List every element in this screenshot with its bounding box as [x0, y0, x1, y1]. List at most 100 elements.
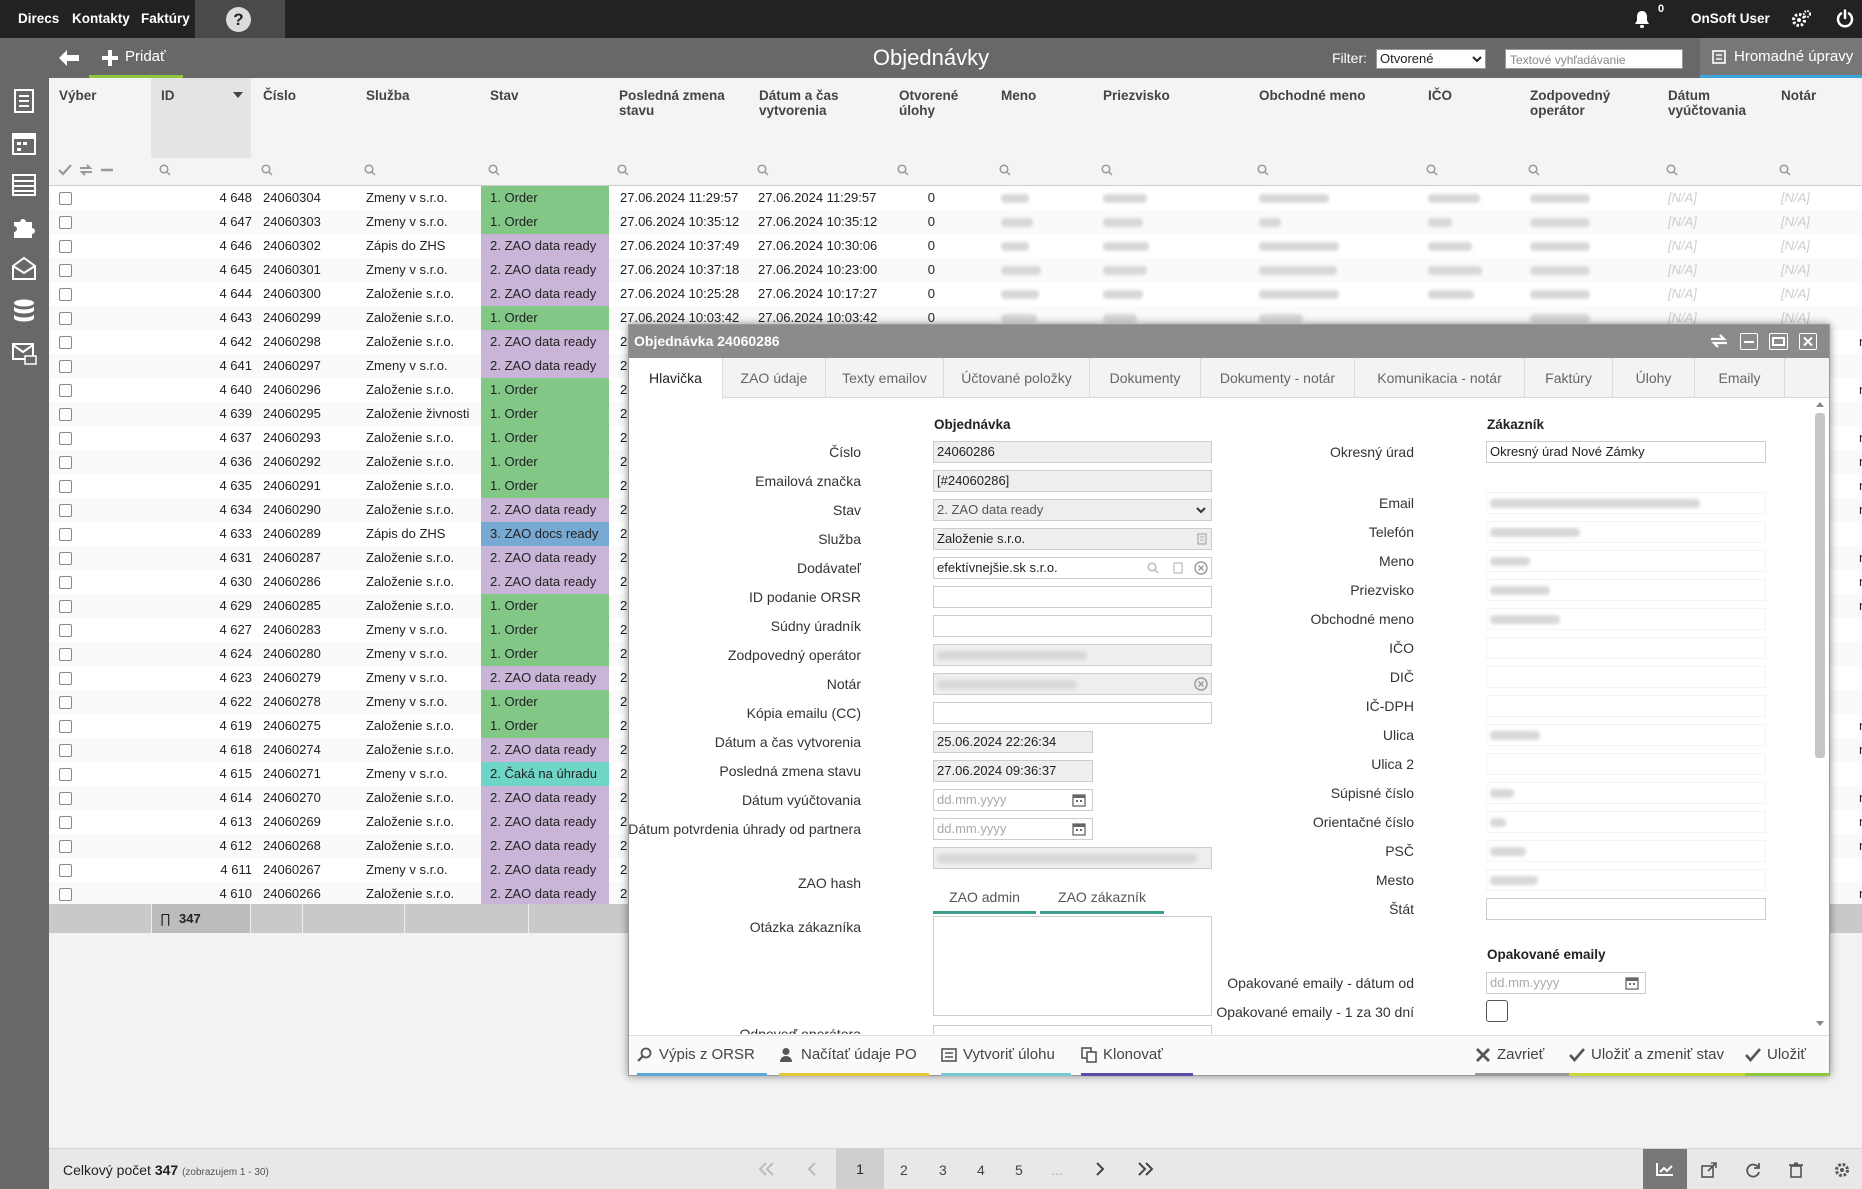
row-checkbox[interactable] [59, 744, 72, 757]
tab-faktury[interactable]: Faktúry [1525, 358, 1613, 398]
tab-hlavicka[interactable]: Hlavička [629, 358, 723, 399]
row-checkbox[interactable] [59, 408, 72, 421]
row-checkbox[interactable] [59, 840, 72, 853]
search-icon[interactable] [897, 164, 909, 176]
row-checkbox[interactable] [59, 264, 72, 277]
col-header-vyber[interactable]: Výber [59, 88, 97, 103]
row-checkbox[interactable] [59, 312, 72, 325]
database-icon[interactable] [11, 298, 37, 324]
save-change-state-button[interactable]: Uložiť a zmeniť stav [1569, 1036, 1745, 1076]
ico-field[interactable] [1486, 637, 1766, 659]
row-checkbox[interactable] [59, 696, 72, 709]
opakovane-datum-field[interactable]: dd.mm.yyyy [1486, 972, 1646, 994]
dic-field[interactable] [1486, 666, 1766, 688]
calendar-icon[interactable] [1072, 822, 1086, 836]
bell-icon[interactable] [1633, 10, 1651, 30]
tab-dokumenty[interactable]: Dokumenty [1090, 358, 1201, 398]
zao-hash-field[interactable] [933, 847, 1212, 869]
col-header-datum-vyuctovania[interactable]: Dátum vyúčtovania [1668, 88, 1768, 118]
dialog-scrollbar[interactable] [1814, 401, 1826, 1031]
menu-kontakty[interactable]: Kontakty [72, 0, 130, 38]
row-checkbox[interactable] [59, 792, 72, 805]
meno-field[interactable] [1486, 550, 1766, 572]
ulica2-field[interactable] [1486, 753, 1766, 775]
orsr-button[interactable]: Výpis z ORSR [637, 1036, 767, 1076]
uncheck-all-icon[interactable] [100, 164, 114, 176]
col-header-otvorene-ulohy[interactable]: Otvorené úlohy [899, 88, 979, 118]
menu-faktury[interactable]: Faktúry [141, 0, 190, 38]
zmena-field[interactable]: 27.06.2024 09:36:37 [933, 760, 1093, 782]
table-row[interactable]: 4 645 24060301 Zmeny v s.r.o. 2. ZAO data r… [49, 258, 1862, 282]
tab-ulohy[interactable]: Úlohy [1613, 358, 1695, 398]
row-checkbox[interactable] [59, 576, 72, 589]
kopia-emailu-field[interactable] [933, 702, 1212, 724]
calendar-icon[interactable] [1072, 793, 1086, 807]
load-po-button[interactable]: Načítať údaje PO [779, 1036, 929, 1076]
swap-icon[interactable] [1709, 333, 1729, 349]
stav-select[interactable]: 2. ZAO data ready [933, 499, 1212, 521]
last-page-icon[interactable] [1136, 1162, 1154, 1176]
sluzba-field[interactable]: Založenie s.r.o. [933, 528, 1212, 550]
email-field[interactable] [1486, 492, 1766, 514]
col-header-id[interactable]: ID [161, 88, 175, 103]
row-checkbox[interactable] [59, 720, 72, 733]
dialog-title-bar[interactable]: Objednávka 24060286 [629, 325, 1829, 358]
col-header-notar[interactable]: Notár [1781, 88, 1816, 103]
row-checkbox[interactable] [59, 672, 72, 685]
orders-icon[interactable] [11, 88, 37, 114]
search-icon[interactable] [757, 164, 769, 176]
calendar-icon[interactable] [1625, 976, 1639, 990]
gear-icon[interactable] [1833, 1161, 1851, 1179]
envelope-icon[interactable] [11, 256, 37, 282]
odpoved-textarea[interactable] [933, 1025, 1212, 1034]
col-header-posledna-zmena[interactable]: Posledná zmena stavu [619, 88, 739, 118]
page-5[interactable]: 5 [1015, 1162, 1023, 1178]
help-button[interactable]: ? [195, 0, 285, 38]
first-page-icon[interactable] [758, 1162, 776, 1176]
tab-zao-zakaznik[interactable]: ZAO zákazník [1040, 882, 1164, 914]
table-row[interactable]: 4 644 24060300 Založenie s.r.o. 2. ZAO data… [49, 282, 1862, 306]
user-name[interactable]: OnSoft User [1691, 11, 1770, 26]
col-header-zodpovedny-operator[interactable]: Zodpovedný operátor [1530, 88, 1630, 118]
mass-edit-button[interactable]: Hromadné úpravy [1700, 38, 1862, 78]
search-icon[interactable] [1426, 164, 1438, 176]
col-header-obchodne-meno[interactable]: Obchodné meno [1259, 88, 1366, 103]
mesto-field[interactable] [1486, 869, 1766, 891]
tab-texty-emailov[interactable]: Texty emailov [826, 358, 944, 398]
page-3[interactable]: 3 [939, 1162, 947, 1178]
page-2[interactable]: 2 [900, 1162, 908, 1178]
row-checkbox[interactable] [59, 888, 72, 901]
col-header-ico[interactable]: IČO [1428, 88, 1452, 103]
row-checkbox[interactable] [59, 552, 72, 565]
power-icon[interactable] [1835, 9, 1855, 29]
list-icon[interactable] [11, 172, 37, 198]
search-icon[interactable] [1528, 164, 1540, 176]
tab-zao-udaje[interactable]: ZAO údaje [723, 358, 826, 398]
row-checkbox[interactable] [59, 504, 72, 517]
vyuctovanie-field[interactable]: dd.mm.yyyy [933, 789, 1093, 811]
filter-select[interactable]: Otvorené [1376, 49, 1486, 69]
clone-button[interactable]: Klonovať [1081, 1036, 1193, 1076]
table-row[interactable]: 4 647 24060303 Zmeny v s.r.o. 1. Order 27.06… [49, 210, 1862, 234]
orientacne-cislo-field[interactable] [1486, 811, 1766, 833]
obchodne-meno-field[interactable] [1486, 608, 1766, 630]
telefon-field[interactable] [1486, 521, 1766, 543]
trash-icon[interactable] [1789, 1162, 1803, 1178]
tab-zao-admin[interactable]: ZAO admin [933, 882, 1036, 914]
email-mark-field[interactable]: [#24060286] [933, 470, 1212, 492]
search-icon[interactable] [364, 164, 376, 176]
row-checkbox[interactable] [59, 648, 72, 661]
clear-icon[interactable] [1194, 677, 1208, 691]
puzzle-icon[interactable] [11, 214, 37, 240]
col-header-meno[interactable]: Meno [1001, 88, 1036, 103]
row-checkbox[interactable] [59, 432, 72, 445]
export-icon[interactable] [1701, 1162, 1717, 1178]
close-icon[interactable] [1799, 333, 1817, 350]
col-header-sluzba[interactable]: Služba [366, 88, 410, 103]
table-row[interactable]: 4 646 24060302 Zápis do ZHS 2. ZAO data rea… [49, 234, 1862, 258]
row-checkbox[interactable] [59, 216, 72, 229]
row-checkbox[interactable] [59, 192, 72, 205]
search-icon[interactable] [1779, 164, 1791, 176]
row-checkbox[interactable] [59, 288, 72, 301]
refresh-icon[interactable] [1745, 1162, 1761, 1178]
